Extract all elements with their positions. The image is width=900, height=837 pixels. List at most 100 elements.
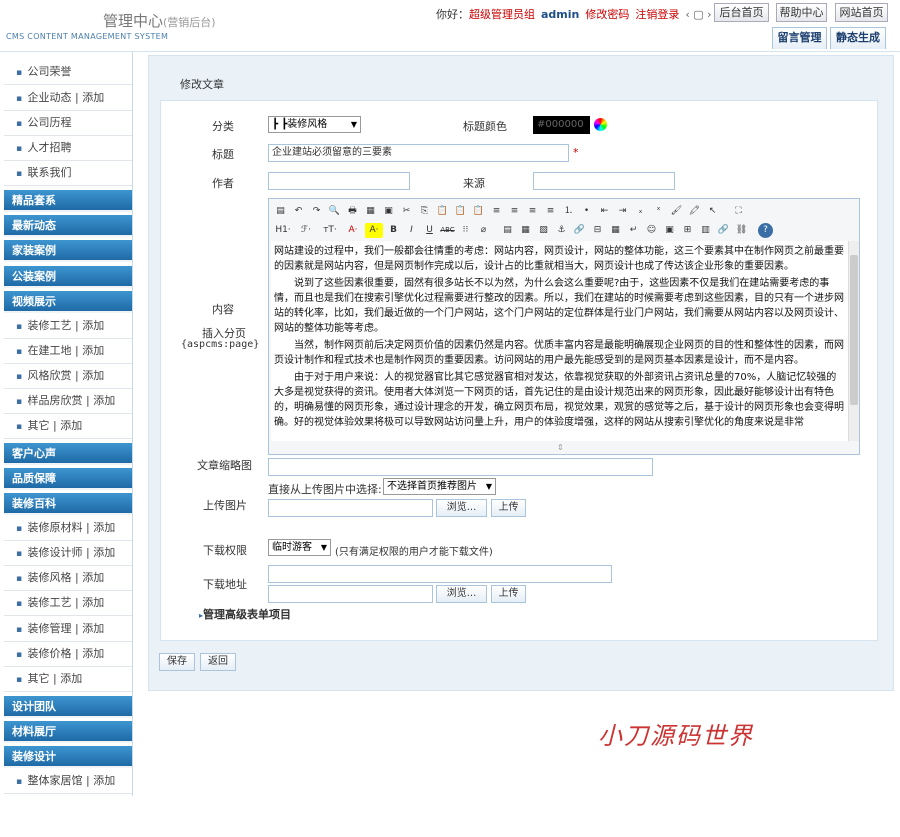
format-painter-icon[interactable]: 🖍 bbox=[687, 204, 702, 219]
align-left-icon[interactable]: ≡ bbox=[489, 204, 504, 219]
insert-page-code[interactable]: {aspcms:page} bbox=[181, 339, 259, 350]
heading-icon[interactable]: H1· bbox=[273, 223, 293, 238]
outdent-icon[interactable]: ⇤ bbox=[597, 204, 612, 219]
flash-icon[interactable]: ▧ bbox=[536, 223, 551, 238]
help-center-button[interactable]: 帮助中心 bbox=[776, 3, 827, 22]
sidebar-item-price[interactable]: ▪ 装修价格 | 添加 bbox=[4, 642, 132, 667]
sidebar-item-video-style[interactable]: ▪ 风格欣赏 | 添加 bbox=[4, 364, 132, 389]
attachment-icon[interactable]: 🔗 bbox=[572, 223, 587, 238]
site-home-button[interactable]: 网站首页 bbox=[835, 3, 888, 22]
subscript-icon[interactable]: ₓ bbox=[633, 204, 648, 219]
upload-image-path[interactable] bbox=[268, 499, 433, 517]
remove-format-icon[interactable]: ⌀ bbox=[476, 223, 491, 238]
sidebar-head-customer[interactable]: 客户心声 bbox=[4, 443, 132, 465]
sidebar-item-style[interactable]: ▪ 装修风格 | 添加 bbox=[4, 566, 132, 591]
rich-text-editor[interactable]: ▤ ↶ ↷ 🔍 🖶 ▦ ▣ ✂ ⎘ 📋 📋 📋 ≡ ≡ ≡ ≡ ⒈ • ⇤ ⇥ … bbox=[268, 198, 860, 455]
fullscreen-icon[interactable]: ⛶ bbox=[731, 204, 746, 219]
sidebar-head-design[interactable]: 装修设计 bbox=[4, 746, 132, 768]
page-break-icon[interactable]: ▥ bbox=[698, 223, 713, 238]
pick-image-select[interactable]: 不选择首页推荐图片 ▼ bbox=[383, 478, 496, 495]
emoticon-icon[interactable]: ☺ bbox=[644, 223, 659, 238]
sidebar-item-honor[interactable]: ▪ 公司荣誉 bbox=[4, 60, 132, 85]
upload-button[interactable]: 上传 bbox=[491, 499, 526, 517]
sidebar-item-contact[interactable]: ▪ 联系我们 bbox=[4, 161, 132, 186]
sidebar-item-other[interactable]: ▪ 其它 | 添加 bbox=[4, 667, 132, 692]
paste-icon[interactable]: 📋 bbox=[435, 204, 450, 219]
thumbnail-input[interactable] bbox=[268, 458, 653, 476]
browse-button[interactable]: 浏览... bbox=[436, 499, 487, 517]
insert-table-icon[interactable]: ▦ bbox=[608, 223, 623, 238]
hr-icon[interactable]: ⁝⁝ bbox=[458, 223, 473, 238]
copy-icon[interactable]: ⎘ bbox=[417, 204, 432, 219]
sidebar-head-design-team[interactable]: 设计团队 bbox=[4, 696, 132, 718]
paste-word-icon[interactable]: 📋 bbox=[471, 204, 486, 219]
template-icon[interactable]: ▦ bbox=[363, 204, 378, 219]
title-input[interactable]: 企业建站必须留意的三要素 bbox=[268, 144, 569, 162]
sidebar-head-home-cases[interactable]: 家装案例 bbox=[4, 240, 132, 262]
author-input[interactable] bbox=[268, 172, 410, 190]
superscript-icon[interactable]: ˣ bbox=[651, 204, 666, 219]
code-icon[interactable]: ▣ bbox=[381, 204, 396, 219]
sidebar-head-latest[interactable]: 最新动态 bbox=[4, 215, 132, 237]
source-icon[interactable]: ▤ bbox=[273, 204, 288, 219]
ordered-list-icon[interactable]: ⒈ bbox=[561, 204, 576, 219]
anchor-icon[interactable]: ⚓ bbox=[554, 223, 569, 238]
sidebar-item-video-craft[interactable]: ▪ 装修工艺 | 添加 bbox=[4, 314, 132, 339]
font-size-icon[interactable]: тT· bbox=[319, 223, 341, 238]
unlink-icon[interactable]: ⛓ bbox=[734, 223, 749, 238]
link-icon[interactable]: 🔗 bbox=[716, 223, 731, 238]
permission-select[interactable]: 临时游客 ▼ bbox=[268, 539, 331, 556]
align-justify-icon[interactable]: ≡ bbox=[543, 204, 558, 219]
underline-icon[interactable]: U bbox=[422, 223, 437, 238]
nav-arrows-icon[interactable]: ‹ ▢ › bbox=[685, 8, 711, 21]
sidebar-head-encyclopedia[interactable]: 装修百科 bbox=[4, 493, 132, 515]
source-input[interactable] bbox=[533, 172, 675, 190]
download-url-input[interactable] bbox=[268, 565, 612, 583]
category-select[interactable]: ┣ ┣装修风格 ▼ bbox=[268, 116, 361, 133]
italic-icon[interactable]: I bbox=[404, 223, 419, 238]
browse-file-button[interactable]: 浏览... bbox=[436, 585, 487, 603]
table-icon[interactable]: ⊟ bbox=[590, 223, 605, 238]
sidebar-head-materials-hall[interactable]: 材料展厅 bbox=[4, 721, 132, 743]
sidebar-head-public-cases[interactable]: 公装案例 bbox=[4, 266, 132, 288]
change-password-link[interactable]: 修改密码 bbox=[585, 6, 629, 22]
align-center-icon[interactable]: ≡ bbox=[507, 204, 522, 219]
sidebar-item-whole-home[interactable]: ▪ 整体家居馆 | 添加 bbox=[4, 769, 132, 794]
resize-handle-icon[interactable]: ⇕ bbox=[557, 443, 564, 452]
sidebar-item-management[interactable]: ▪ 装修管理 | 添加 bbox=[4, 617, 132, 642]
scrollbar-thumb[interactable] bbox=[850, 255, 858, 405]
sidebar-item-news[interactable]: ▪ 企业动态 | 添加 bbox=[4, 86, 132, 111]
sidebar-head-packages[interactable]: 精品套系 bbox=[4, 190, 132, 212]
highlight-icon[interactable]: A· bbox=[365, 222, 383, 238]
help-icon[interactable]: ? bbox=[758, 222, 773, 238]
sidebar-item-video-site[interactable]: ▪ 在建工地 | 添加 bbox=[4, 339, 132, 364]
font-family-icon[interactable]: ℱ· bbox=[296, 223, 316, 238]
undo-icon[interactable]: ↶ bbox=[291, 204, 306, 219]
select-all-icon[interactable]: ↖ bbox=[705, 204, 720, 219]
indent-icon[interactable]: ⇥ bbox=[615, 204, 630, 219]
title-color-input[interactable]: #000000 bbox=[533, 116, 590, 134]
image-icon[interactable]: ▤ bbox=[500, 223, 515, 238]
color-picker-icon[interactable] bbox=[594, 118, 607, 131]
multi-image-icon[interactable]: ▦ bbox=[518, 223, 533, 238]
download-file-path[interactable] bbox=[268, 585, 433, 603]
sidebar-head-video[interactable]: 视频展示 bbox=[4, 291, 132, 313]
sidebar-item-materials[interactable]: ▪ 装修原材料 | 添加 bbox=[4, 516, 132, 541]
logout-link[interactable]: 注销登录 bbox=[635, 6, 679, 22]
strikethrough-icon[interactable]: ABC bbox=[440, 223, 455, 238]
align-right-icon[interactable]: ≡ bbox=[525, 204, 540, 219]
sidebar-item-craft[interactable]: ▪ 装修工艺 | 添加 bbox=[4, 591, 132, 616]
sidebar-item-video-other[interactable]: ▪ 其它 | 添加 bbox=[4, 414, 132, 439]
upload-file-button[interactable]: 上传 bbox=[491, 585, 526, 603]
preview-icon[interactable]: 🔍 bbox=[327, 204, 342, 219]
clear-format-icon[interactable]: 🖌 bbox=[669, 204, 684, 219]
font-color-icon[interactable]: A· bbox=[344, 223, 362, 238]
tab-static-gen[interactable]: 静态生成 bbox=[830, 27, 886, 49]
sidebar-item-history[interactable]: ▪ 公司历程 bbox=[4, 111, 132, 136]
save-button[interactable]: 保存 bbox=[159, 653, 195, 671]
print-icon[interactable]: 🖶 bbox=[345, 204, 360, 219]
editor-content[interactable]: 网站建设的过程中，我们一般都会往情重的考虑：网站内容，网页设计，网站的整体功能，… bbox=[271, 241, 848, 441]
cut-icon[interactable]: ✂ bbox=[399, 204, 414, 219]
advanced-toggle[interactable]: ▸管理高级表单项目 bbox=[199, 606, 291, 622]
unordered-list-icon[interactable]: • bbox=[579, 204, 594, 219]
